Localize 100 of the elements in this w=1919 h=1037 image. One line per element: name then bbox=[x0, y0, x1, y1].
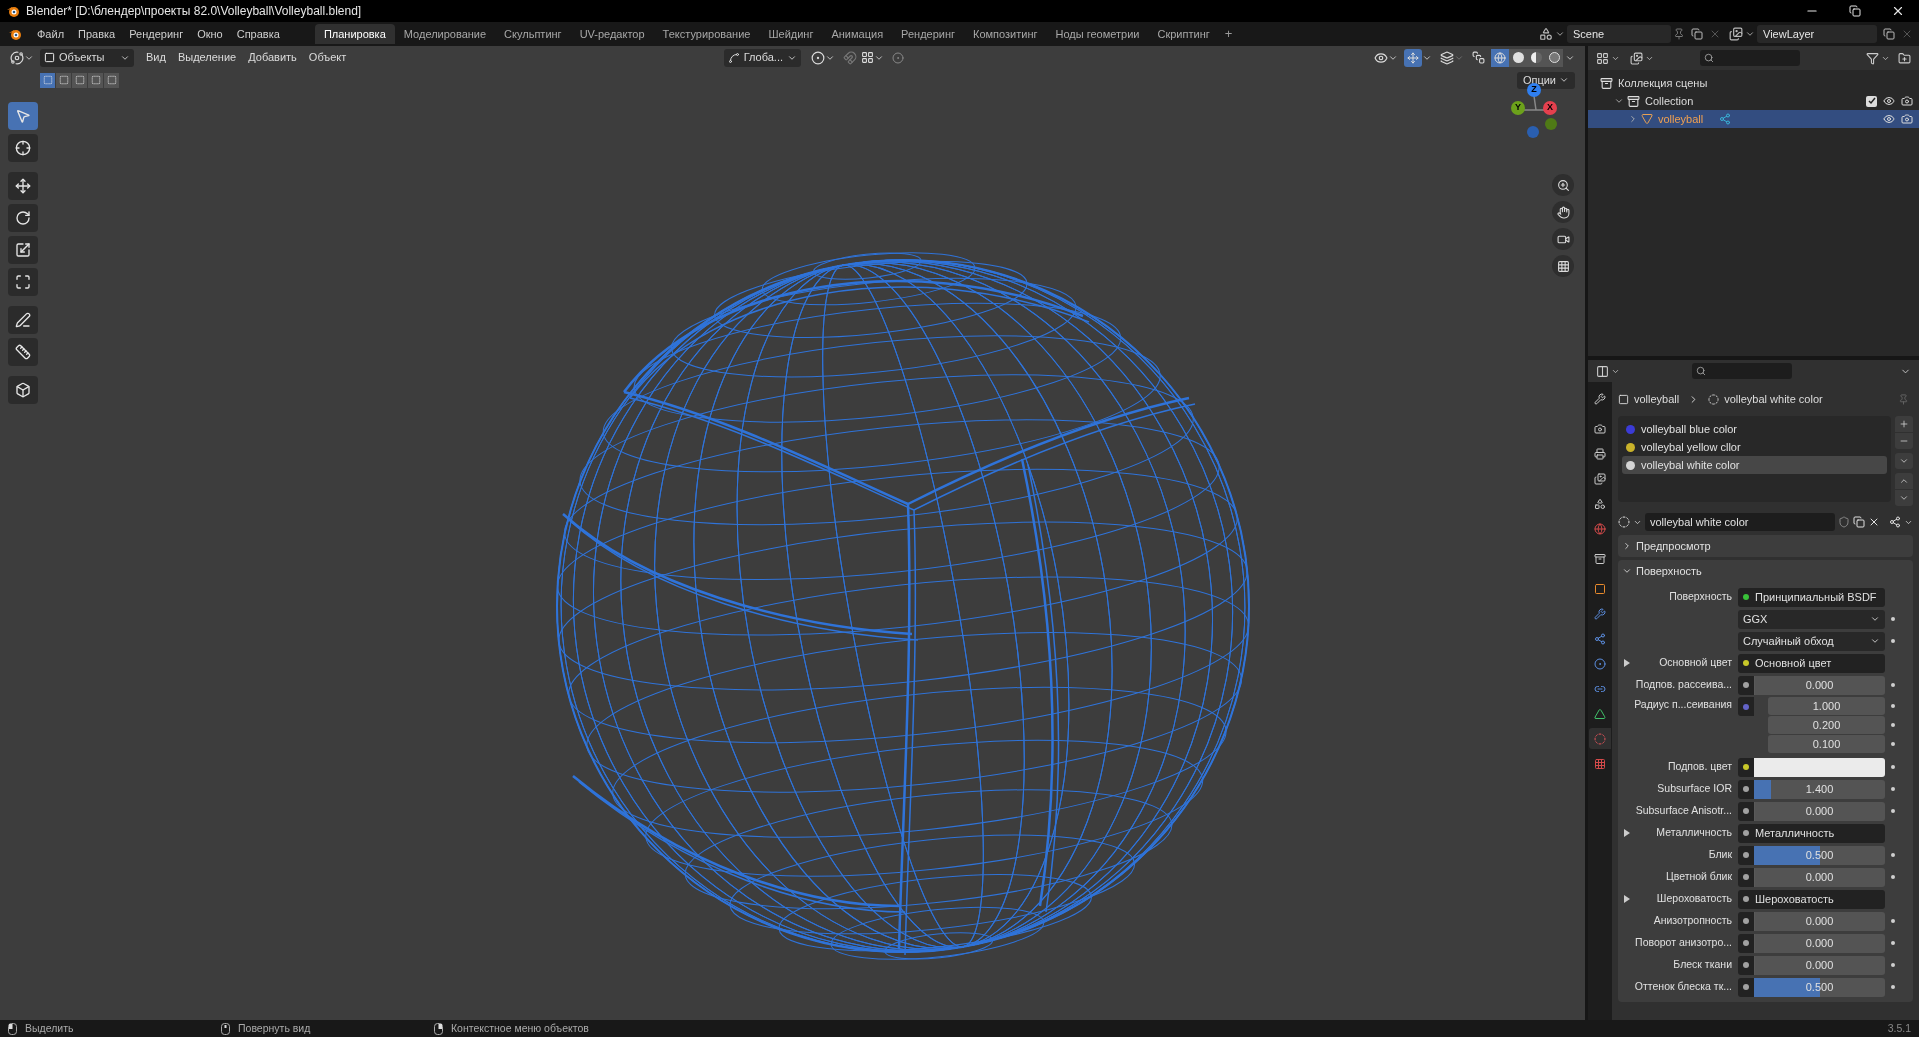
select-mode-button[interactable] bbox=[88, 72, 103, 88]
material-slot[interactable]: volleybal white color bbox=[1622, 456, 1887, 474]
restore-icon[interactable] bbox=[1849, 5, 1861, 17]
new-view-layer-icon[interactable] bbox=[1883, 28, 1895, 40]
editor-type-icon[interactable] bbox=[10, 50, 24, 65]
tool-button[interactable] bbox=[8, 338, 38, 366]
close-icon[interactable] bbox=[1891, 4, 1905, 18]
workspace-tab[interactable]: Моделирование bbox=[394, 24, 496, 44]
visibility-icon[interactable] bbox=[1374, 50, 1388, 65]
mode-dropdown[interactable]: Объекты bbox=[40, 48, 134, 67]
workspace-tab[interactable]: Шейдинг bbox=[759, 24, 823, 44]
tool-button[interactable] bbox=[8, 306, 38, 334]
view-layer-field[interactable]: ViewLayer bbox=[1757, 25, 1877, 43]
workspace-tab[interactable]: Ноды геометрии bbox=[1046, 24, 1149, 44]
breadcrumb-item[interactable]: volleyball bbox=[1634, 390, 1680, 408]
number-slider[interactable]: 0.000 bbox=[1754, 911, 1885, 931]
scene-field[interactable]: Scene bbox=[1567, 25, 1671, 43]
render-icon[interactable] bbox=[1901, 113, 1913, 125]
snap-icon[interactable] bbox=[861, 51, 874, 64]
tool-button[interactable] bbox=[8, 236, 38, 264]
orientation-dropdown[interactable]: Глоба... bbox=[723, 48, 801, 67]
filter-icon[interactable] bbox=[1866, 51, 1879, 65]
workspace-tab[interactable]: Рендеринг bbox=[892, 24, 965, 44]
material-name-field[interactable]: volleybal white color bbox=[1645, 513, 1835, 531]
delete-icon[interactable] bbox=[1901, 28, 1913, 40]
proportional-edit-icon[interactable] bbox=[892, 51, 904, 64]
outliner-label[interactable]: Collection bbox=[1645, 92, 1694, 110]
linked-input-field[interactable]: Шероховатость bbox=[1738, 889, 1885, 909]
remove-slot-button[interactable] bbox=[1895, 433, 1913, 449]
number-slider[interactable]: 0.000 bbox=[1754, 867, 1885, 887]
shading-button[interactable] bbox=[1509, 48, 1527, 67]
view-layer-icon[interactable] bbox=[1729, 27, 1743, 41]
fake-user-icon[interactable] bbox=[1838, 516, 1850, 528]
new-collection-icon[interactable] bbox=[1898, 51, 1911, 65]
navigation-button[interactable] bbox=[1552, 201, 1574, 223]
workspace-tab[interactable]: Скульптинг bbox=[495, 24, 571, 44]
material-slot[interactable]: volleyball blue color bbox=[1622, 420, 1887, 438]
visibility-icon[interactable] bbox=[1883, 113, 1895, 125]
pin-icon[interactable] bbox=[1673, 28, 1685, 40]
tool-button[interactable] bbox=[8, 172, 38, 200]
xray-icon[interactable] bbox=[1472, 51, 1485, 64]
navigation-button[interactable] bbox=[1552, 174, 1574, 196]
delete-icon[interactable] bbox=[1709, 28, 1721, 40]
pivot-icon[interactable] bbox=[811, 50, 825, 65]
menu-item[interactable]: Справка bbox=[229, 25, 287, 43]
workspace-tab[interactable]: UV-редактор bbox=[570, 24, 654, 44]
select-mode-button[interactable] bbox=[104, 72, 119, 88]
dropdown-icon[interactable] bbox=[1555, 29, 1565, 39]
number-field[interactable]: 1.000 bbox=[1768, 697, 1885, 715]
overlays-icon[interactable] bbox=[1440, 50, 1454, 65]
menu-item[interactable]: Файл bbox=[30, 25, 72, 43]
number-slider[interactable]: 0.000 bbox=[1754, 955, 1885, 975]
visibility-icon[interactable] bbox=[1883, 95, 1895, 107]
color-swatch[interactable] bbox=[1754, 757, 1885, 777]
linked-input-field[interactable]: Основной цвет bbox=[1738, 653, 1885, 673]
dropdown[interactable]: GGX bbox=[1738, 609, 1885, 629]
navigation-button[interactable] bbox=[1552, 228, 1574, 250]
node-tree-icon[interactable] bbox=[1889, 516, 1901, 528]
search-field[interactable] bbox=[1692, 363, 1792, 379]
linked-input-field[interactable]: Металличность bbox=[1738, 823, 1885, 843]
workspace-tab[interactable]: Скриптинг bbox=[1148, 24, 1219, 44]
scene-icon[interactable] bbox=[1539, 27, 1553, 41]
select-mode-button[interactable] bbox=[72, 72, 87, 88]
render-icon[interactable] bbox=[1901, 95, 1913, 107]
workspace-tab[interactable]: Планировка bbox=[314, 24, 395, 44]
tool-button[interactable] bbox=[8, 268, 38, 296]
display-mode-icon[interactable] bbox=[1630, 51, 1643, 65]
new-scene-icon[interactable] bbox=[1691, 28, 1703, 40]
workspace-tab[interactable]: Композитинг bbox=[964, 24, 1047, 44]
search-field[interactable] bbox=[1700, 50, 1800, 66]
material-slot[interactable]: volleybal yellow cllor bbox=[1622, 438, 1887, 456]
tool-button[interactable] bbox=[8, 204, 38, 232]
menu-item[interactable]: Объект bbox=[302, 49, 353, 66]
editor-type-icon[interactable] bbox=[1596, 364, 1609, 378]
number-field[interactable]: 0.200 bbox=[1768, 716, 1885, 734]
unlink-icon[interactable] bbox=[1868, 516, 1880, 528]
select-mode-button[interactable] bbox=[40, 72, 55, 88]
menu-item[interactable]: Окно bbox=[190, 25, 230, 43]
material-icon[interactable] bbox=[1618, 516, 1630, 528]
checkbox[interactable] bbox=[1866, 95, 1877, 107]
shading-button[interactable] bbox=[1545, 48, 1563, 67]
menu-item[interactable]: Выделение bbox=[171, 49, 243, 66]
shading-button[interactable] bbox=[1491, 48, 1509, 67]
number-slider[interactable]: 0.000 bbox=[1754, 801, 1885, 821]
add-slot-button[interactable] bbox=[1895, 416, 1913, 432]
outliner-label[interactable]: volleyball bbox=[1658, 110, 1704, 128]
duplicate-icon[interactable] bbox=[1853, 516, 1865, 528]
number-slider[interactable]: 1.400 bbox=[1754, 779, 1885, 799]
select-mode-button[interactable] bbox=[56, 72, 71, 88]
outliner-row[interactable]: volleyball bbox=[1588, 110, 1919, 128]
workspace-tab[interactable]: Текстурирование bbox=[653, 24, 760, 44]
panel-header[interactable]: Предпросмотр bbox=[1618, 535, 1913, 557]
expand-arrow-icon[interactable] bbox=[1624, 659, 1630, 667]
dropdown[interactable]: Случайный обход bbox=[1738, 631, 1885, 651]
expand-arrow-icon[interactable] bbox=[1624, 895, 1630, 903]
number-slider[interactable]: 0.000 bbox=[1754, 933, 1885, 953]
expand-arrow-icon[interactable] bbox=[1624, 829, 1630, 837]
menu-item[interactable]: Рендеринг bbox=[122, 25, 191, 43]
outliner-label[interactable]: Коллекция сцены bbox=[1618, 74, 1708, 92]
dropdown-icon[interactable] bbox=[1745, 29, 1755, 39]
